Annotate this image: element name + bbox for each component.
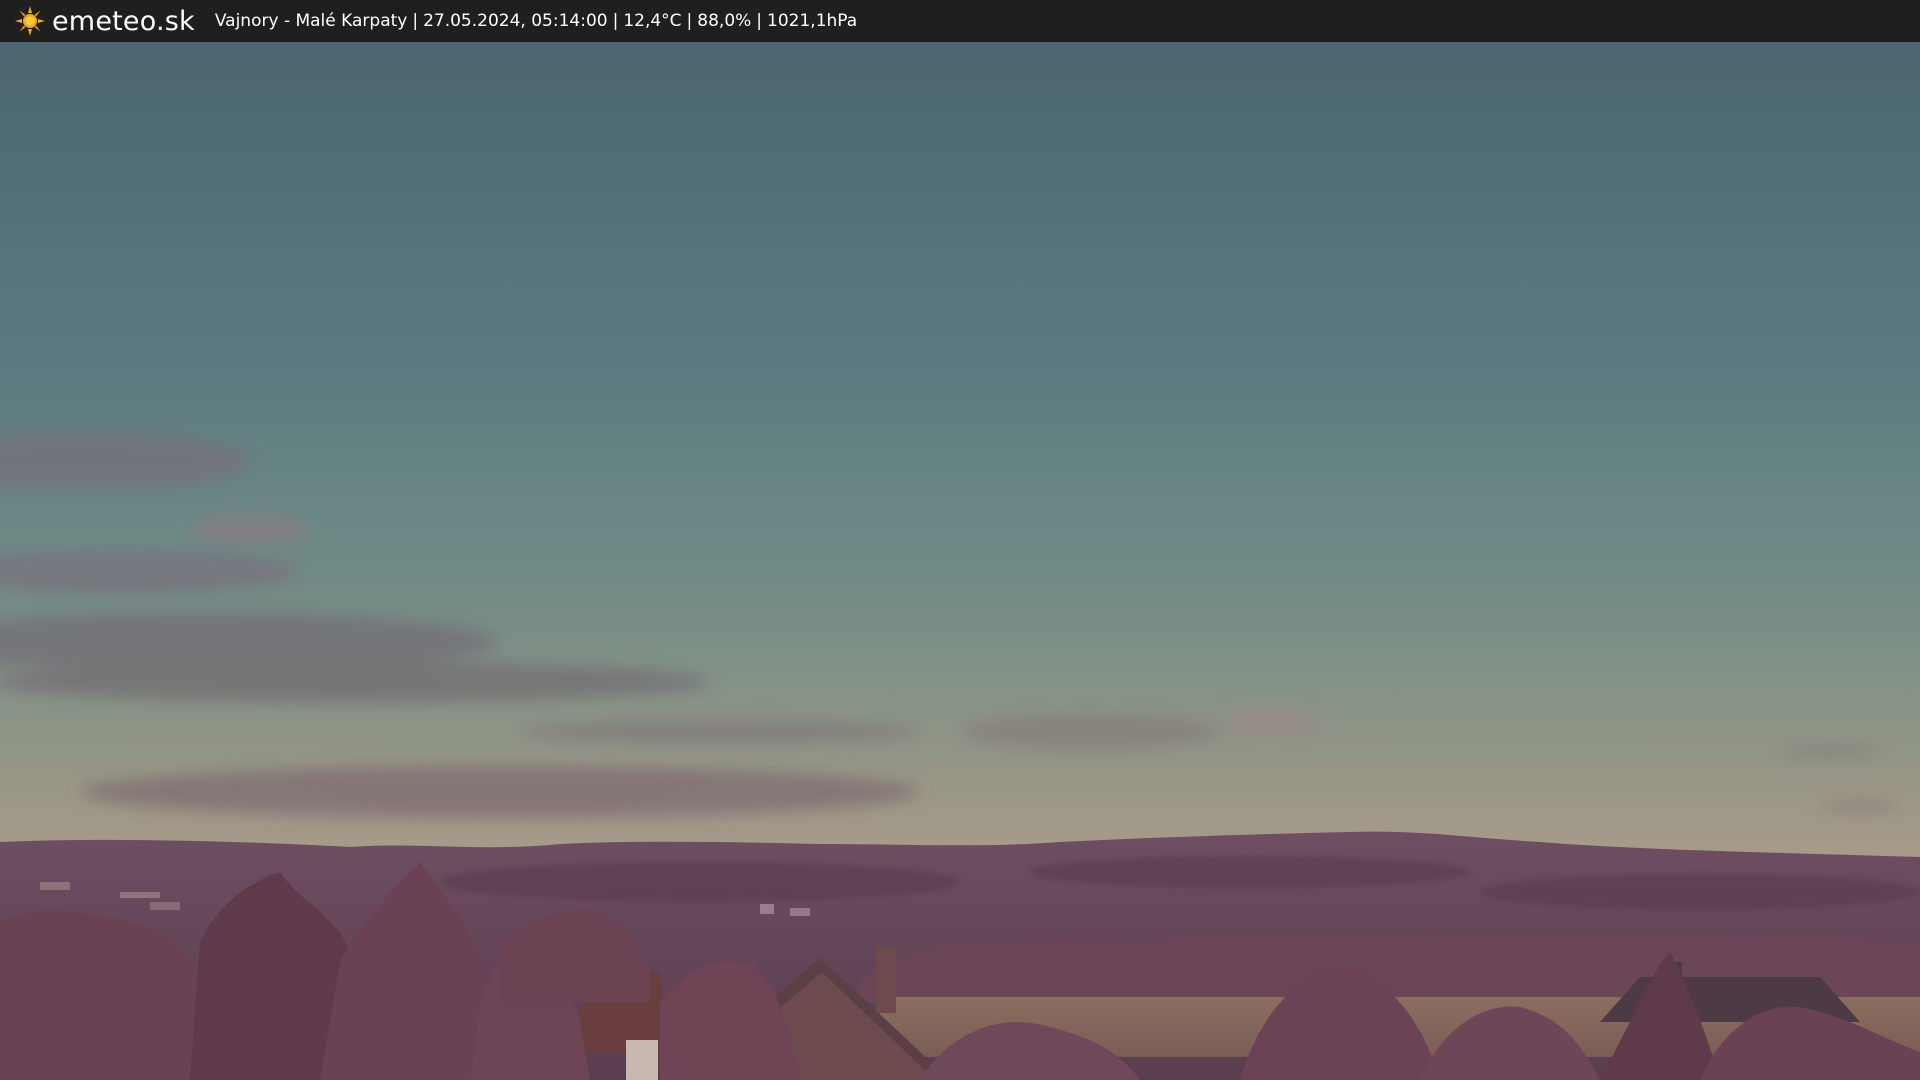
sun-icon	[15, 6, 45, 36]
separator: |	[412, 11, 419, 31]
separator: |	[756, 11, 763, 31]
temperature-label: 12,4°C	[623, 11, 682, 31]
location-label: Vajnory - Malé Karpaty	[214, 11, 408, 31]
humidity-label: 88,0%	[697, 11, 752, 31]
datetime-label: 27.05.2024, 05:14:00	[423, 11, 608, 31]
separator: |	[612, 11, 619, 31]
pressure-label: 1021,1hPa	[767, 11, 858, 31]
webcam-image	[0, 42, 1920, 1080]
separator: |	[686, 11, 693, 31]
landscape-photo	[0, 42, 1920, 1080]
brand-name: emeteo.sk	[52, 5, 195, 37]
caption-bar: emeteo.sk Vajnory - Malé Karpaty | 27.05.2…	[0, 0, 1920, 42]
station-caption: Vajnory - Malé Karpaty | 27.05.2024, 05:14…	[215, 11, 857, 31]
site-logo[interactable]: emeteo.sk	[14, 0, 195, 42]
